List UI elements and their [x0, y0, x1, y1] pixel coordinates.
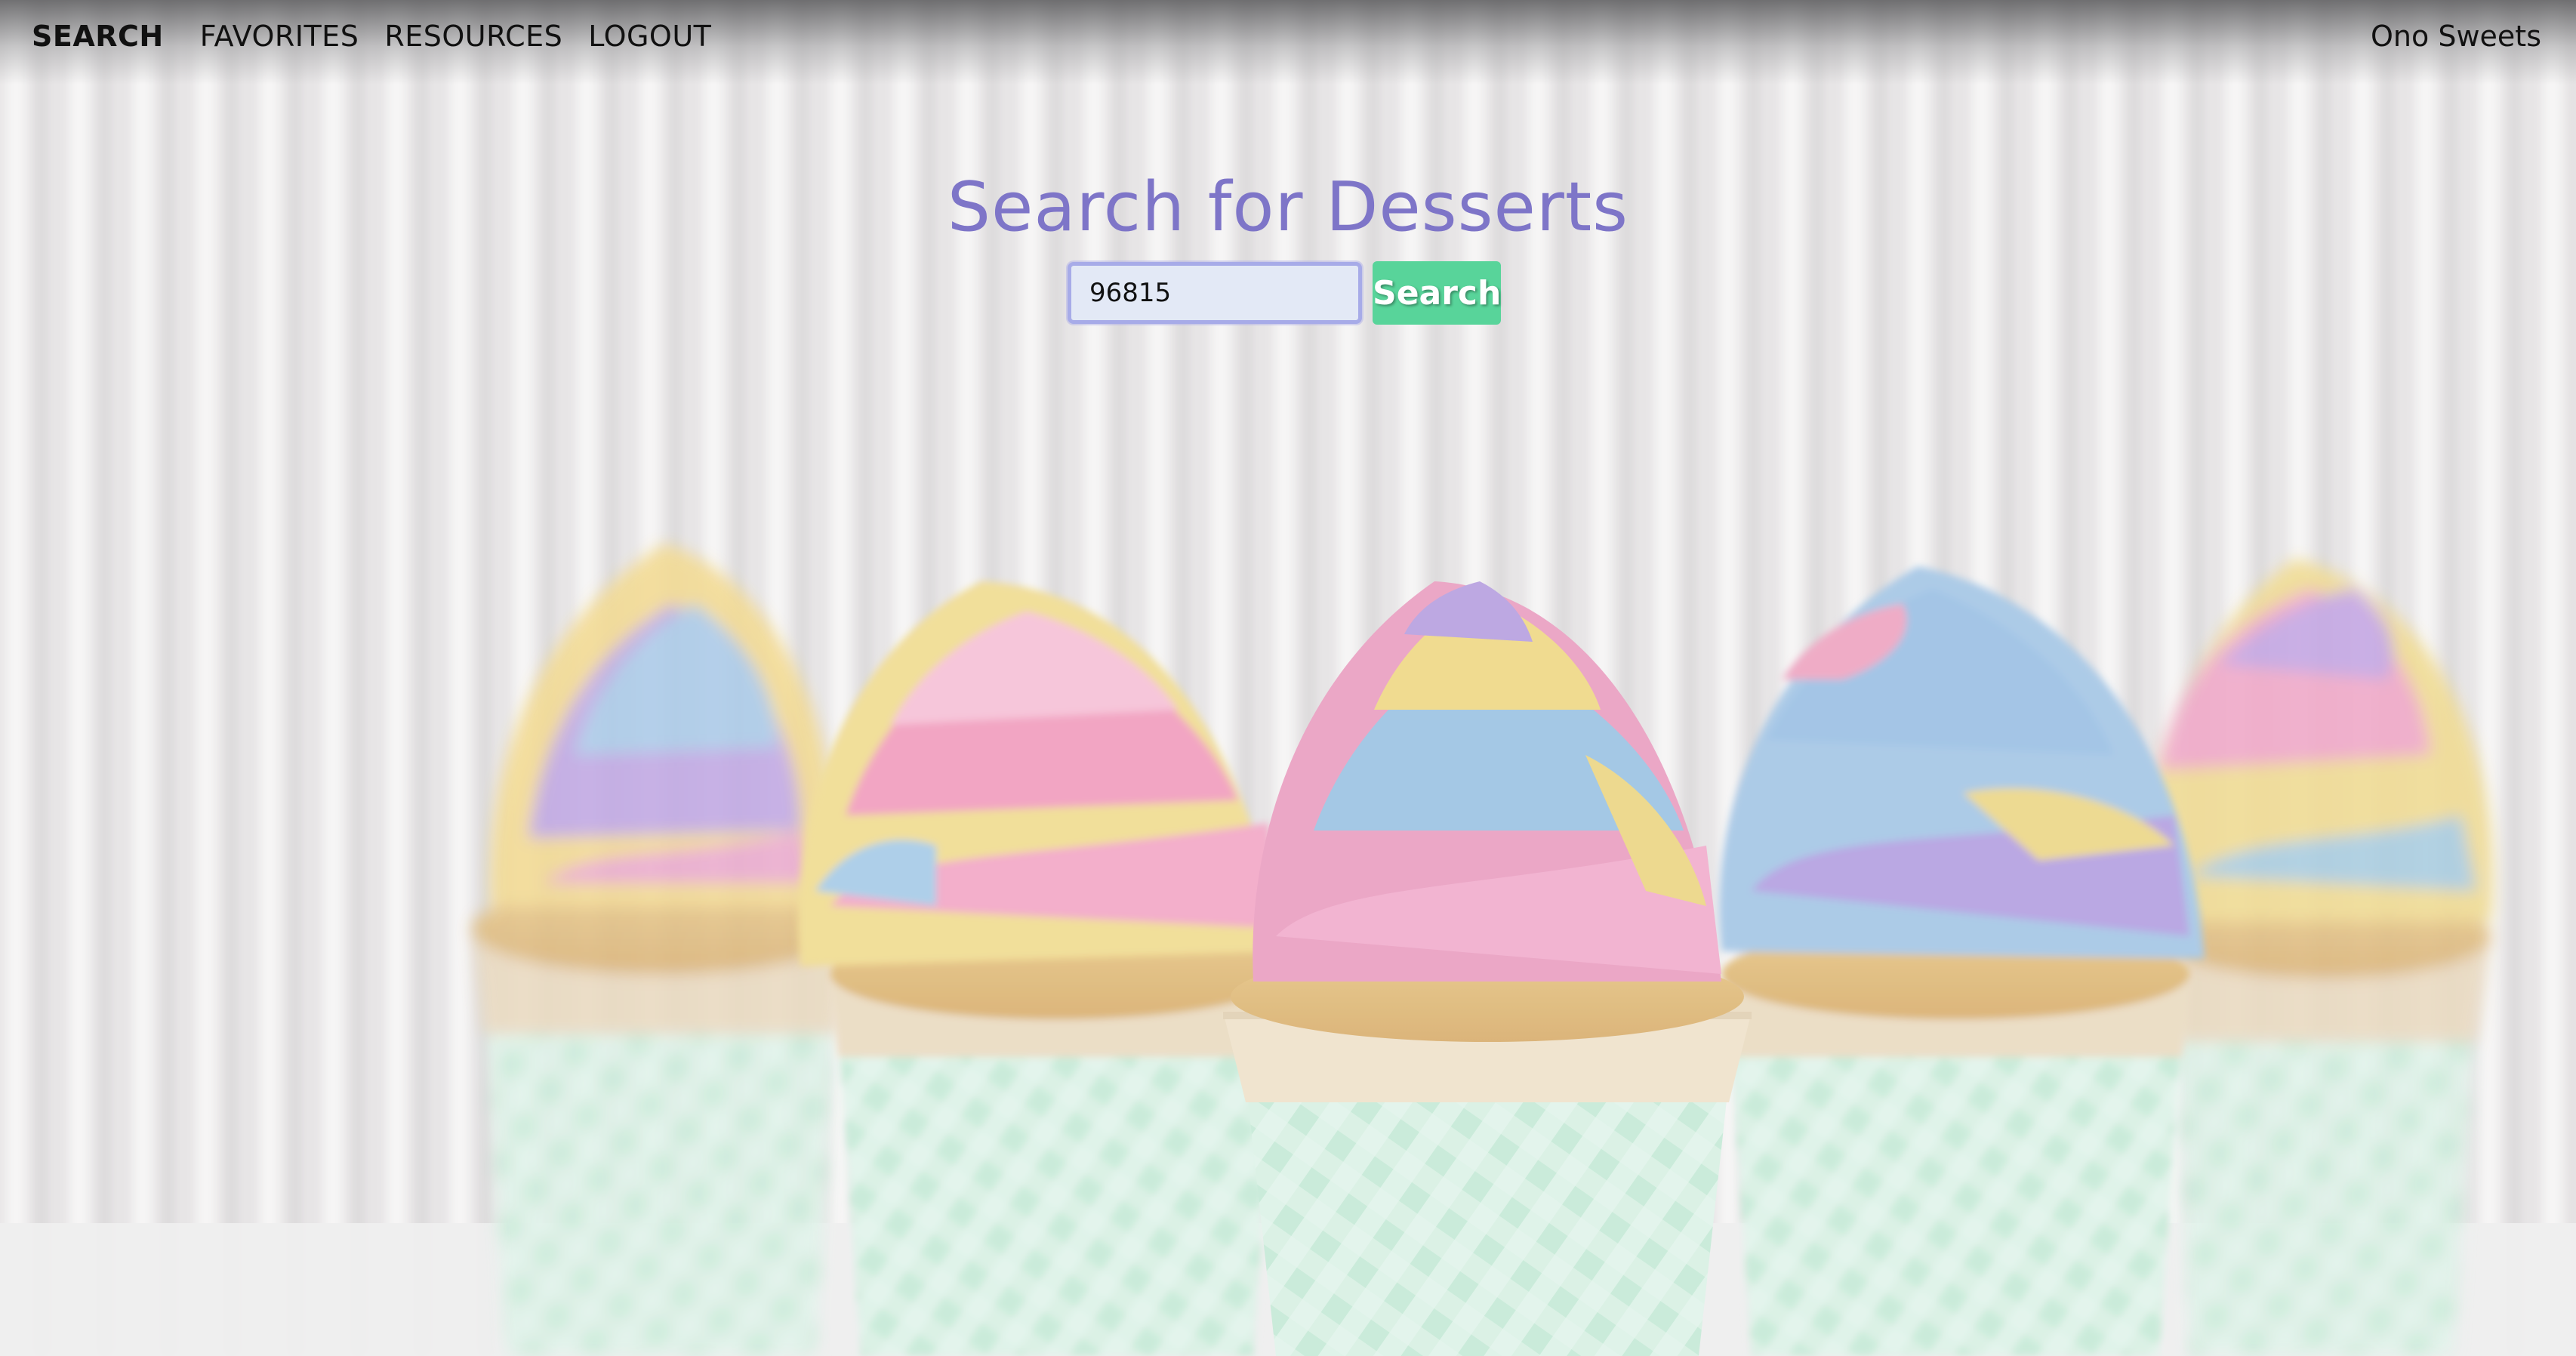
nav-links: SEARCH FAVORITES RESOURCES LOGOUT — [32, 20, 737, 53]
nav-favorites-link[interactable]: FAVORITES — [200, 20, 359, 53]
top-navbar: SEARCH FAVORITES RESOURCES LOGOUT Ono Sw… — [0, 0, 2576, 85]
search-input[interactable] — [1068, 262, 1362, 324]
nav-search-link[interactable]: SEARCH — [32, 20, 164, 53]
brand-name[interactable]: Ono Sweets — [2371, 20, 2541, 53]
search-form: Search — [1068, 261, 1501, 325]
search-button[interactable]: Search — [1373, 261, 1501, 325]
page-title: Search for Desserts — [947, 168, 1629, 247]
nav-logout-link[interactable]: LOGOUT — [588, 20, 711, 53]
page: SEARCH FAVORITES RESOURCES LOGOUT Ono Sw… — [0, 0, 2576, 1356]
nav-resources-link[interactable]: RESOURCES — [384, 20, 562, 53]
